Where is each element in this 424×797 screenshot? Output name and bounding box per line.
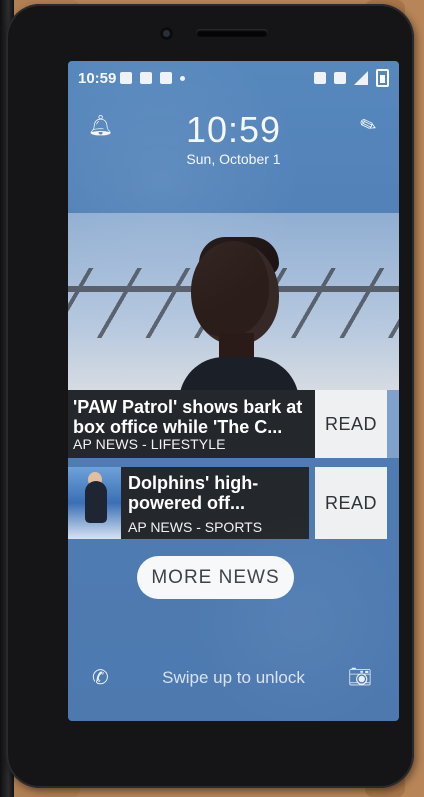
read-button[interactable]: READ — [315, 467, 387, 539]
earpiece-speaker — [196, 29, 268, 37]
notification-app-icon — [120, 72, 132, 84]
featured-story-person — [179, 237, 299, 390]
notification-dot-icon — [180, 76, 185, 81]
story-card[interactable]: 'PAW Patrol' shows bark at box office wh… — [68, 390, 399, 458]
lockscreen-clock: 10:59 — [185, 109, 282, 150]
story-headline[interactable]: 'PAW Patrol' shows bark at box office wh… — [73, 397, 311, 437]
lock-screen: 10:59 🔔︎ 10:59 Sun, October 1 ✎ 'PAW Pat… — [68, 61, 399, 721]
status-icons — [314, 69, 389, 87]
notification-app-icon — [160, 72, 172, 84]
signal-icon — [354, 71, 368, 85]
story-headline-panel[interactable]: Dolphins' high-powered off... AP NEWS - … — [121, 467, 309, 539]
lockscreen-date: Sun, October 1 — [186, 151, 281, 167]
phone-frame: 10:59 🔔︎ 10:59 Sun, October 1 ✎ 'PAW Pat… — [6, 4, 414, 788]
network-type-icon — [334, 72, 346, 84]
featured-story-image — [68, 213, 399, 390]
thumbnail-person-body — [85, 481, 107, 523]
person-shoulders — [179, 357, 299, 390]
news-feed: 'PAW Patrol' shows bark at box office wh… — [68, 213, 399, 458]
person-head — [191, 241, 279, 345]
front-camera-icon — [160, 27, 173, 40]
story-source: AP NEWS - SPORTS — [128, 519, 263, 535]
status-bar: 10:59 — [68, 61, 399, 95]
read-button[interactable]: READ — [315, 390, 387, 458]
story-thumbnail[interactable] — [68, 467, 121, 539]
more-news-button[interactable]: MORE NEWS — [137, 556, 294, 599]
notification-app-icon — [140, 72, 152, 84]
story-headline-panel[interactable]: 'PAW Patrol' shows bark at box office wh… — [68, 390, 316, 458]
status-time: 10:59 — [78, 70, 117, 87]
story-card[interactable]: Dolphins' high-powered off... AP NEWS - … — [68, 467, 399, 539]
camera-icon[interactable]: 📷︎ — [348, 665, 372, 689]
battery-icon — [376, 69, 389, 87]
lockscreen-header: 🔔︎ 10:59 Sun, October 1 ✎ — [68, 99, 399, 169]
bluetooth-icon — [314, 72, 326, 84]
story-headline[interactable]: Dolphins' high-powered off... — [128, 473, 306, 513]
lockscreen-footer: ✆ Swipe up to unlock 📷︎ — [68, 657, 399, 697]
story-source: AP NEWS - LIFESTYLE — [73, 436, 226, 452]
